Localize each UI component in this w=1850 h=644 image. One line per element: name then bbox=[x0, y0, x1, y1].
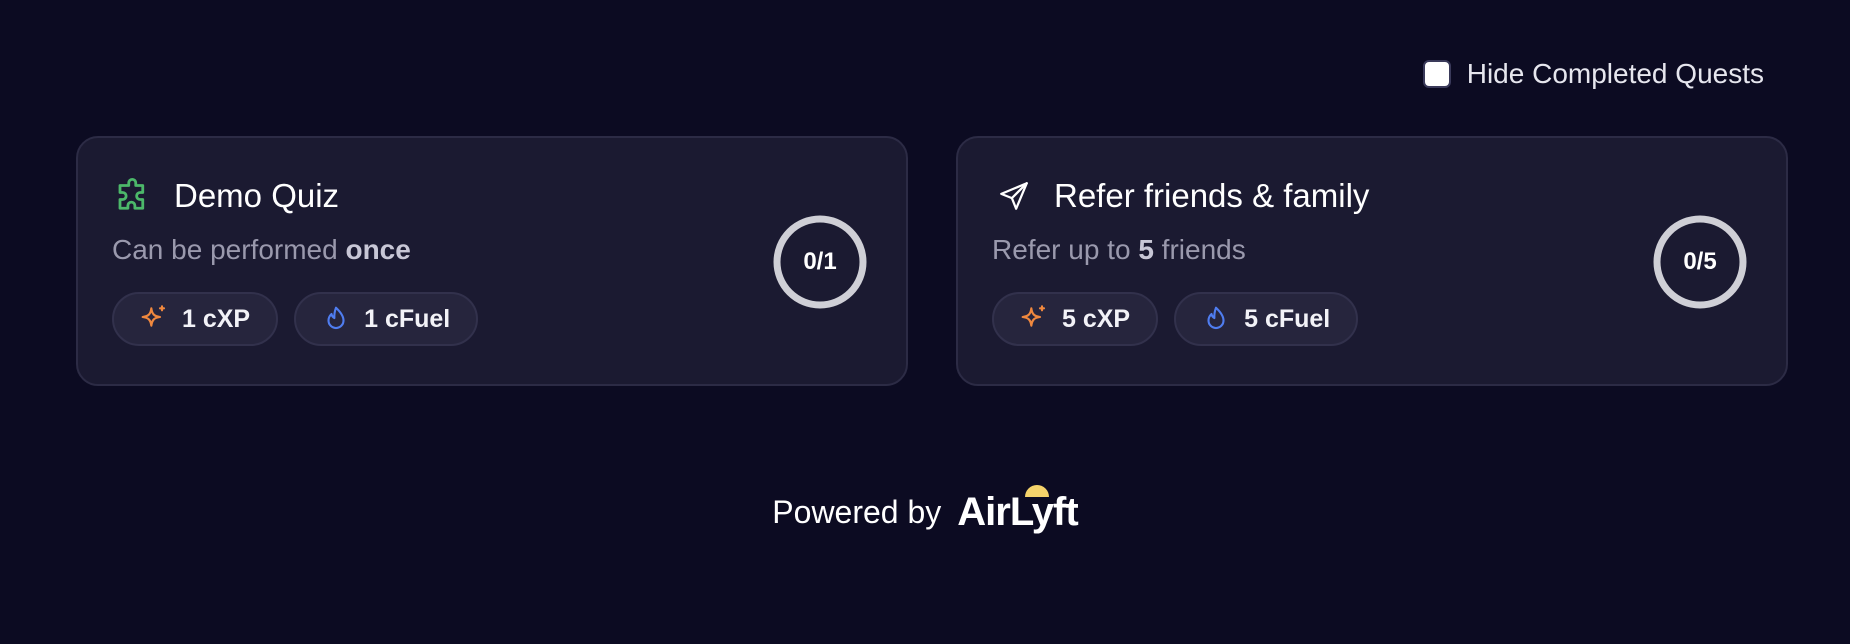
reward-cxp: 1 cXP bbox=[112, 292, 279, 346]
quest-description: Can be performed once bbox=[112, 234, 872, 266]
reward-cfuel: 1 cFuel bbox=[294, 292, 479, 346]
sparkle-icon bbox=[1018, 303, 1050, 335]
quest-header: Demo Quiz bbox=[112, 172, 872, 220]
quest-description-emphasis: 5 bbox=[1138, 234, 1154, 265]
quest-description-emphasis: once bbox=[345, 234, 411, 265]
quest-progress-ring: 0/5 bbox=[1652, 214, 1748, 310]
reward-cxp: 5 cXP bbox=[992, 292, 1159, 346]
quest-title: Refer friends & family bbox=[1054, 177, 1370, 214]
quest-card-demo-quiz[interactable]: Demo Quiz Can be performed once 1 cXP 1 … bbox=[76, 136, 908, 386]
quest-list: Demo Quiz Can be performed once 1 cXP 1 … bbox=[76, 136, 1788, 386]
quest-progress-label: 0/5 bbox=[1683, 248, 1717, 275]
send-icon bbox=[992, 174, 1036, 218]
quest-description-suffix: friends bbox=[1153, 234, 1246, 265]
logo-sun-icon bbox=[1025, 485, 1050, 497]
quest-header: Refer friends & family bbox=[992, 172, 1752, 220]
reward-label: 5 cXP bbox=[1062, 304, 1131, 333]
puzzle-icon bbox=[112, 174, 156, 218]
hide-completed-label[interactable]: Hide Completed Quests bbox=[1467, 58, 1764, 90]
quest-progress-ring: 0/1 bbox=[772, 214, 868, 310]
quest-progress-label: 0/1 bbox=[803, 248, 837, 275]
airlyft-logo[interactable]: AirLyft bbox=[957, 485, 1079, 535]
reward-cfuel: 5 cFuel bbox=[1174, 292, 1359, 346]
brand-name: AirLyft bbox=[957, 490, 1078, 534]
flame-icon bbox=[320, 303, 352, 335]
quests-page: Hide Completed Quests Demo Quiz Can be p… bbox=[0, 0, 1850, 644]
flame-icon bbox=[1200, 303, 1232, 335]
reward-label: 1 cXP bbox=[182, 304, 251, 333]
powered-by-footer: Powered by AirLyft bbox=[0, 485, 1850, 535]
sparkle-icon bbox=[138, 303, 170, 335]
powered-by-text: Powered by bbox=[772, 494, 942, 530]
reward-label: 5 cFuel bbox=[1244, 304, 1331, 333]
hide-completed-filter[interactable]: Hide Completed Quests bbox=[1422, 58, 1764, 90]
quest-rewards: 1 cXP 1 cFuel bbox=[112, 292, 872, 346]
quest-description: Refer up to 5 friends bbox=[992, 234, 1752, 266]
hide-completed-checkbox[interactable] bbox=[1422, 60, 1451, 88]
quest-rewards: 5 cXP 5 cFuel bbox=[992, 292, 1752, 346]
quest-description-text: Refer up to bbox=[992, 234, 1139, 265]
quest-title: Demo Quiz bbox=[174, 177, 340, 214]
quest-card-refer-friends[interactable]: Refer friends & family Refer up to 5 fri… bbox=[956, 136, 1788, 386]
reward-label: 1 cFuel bbox=[364, 304, 451, 333]
quest-description-text: Can be performed bbox=[112, 234, 346, 265]
